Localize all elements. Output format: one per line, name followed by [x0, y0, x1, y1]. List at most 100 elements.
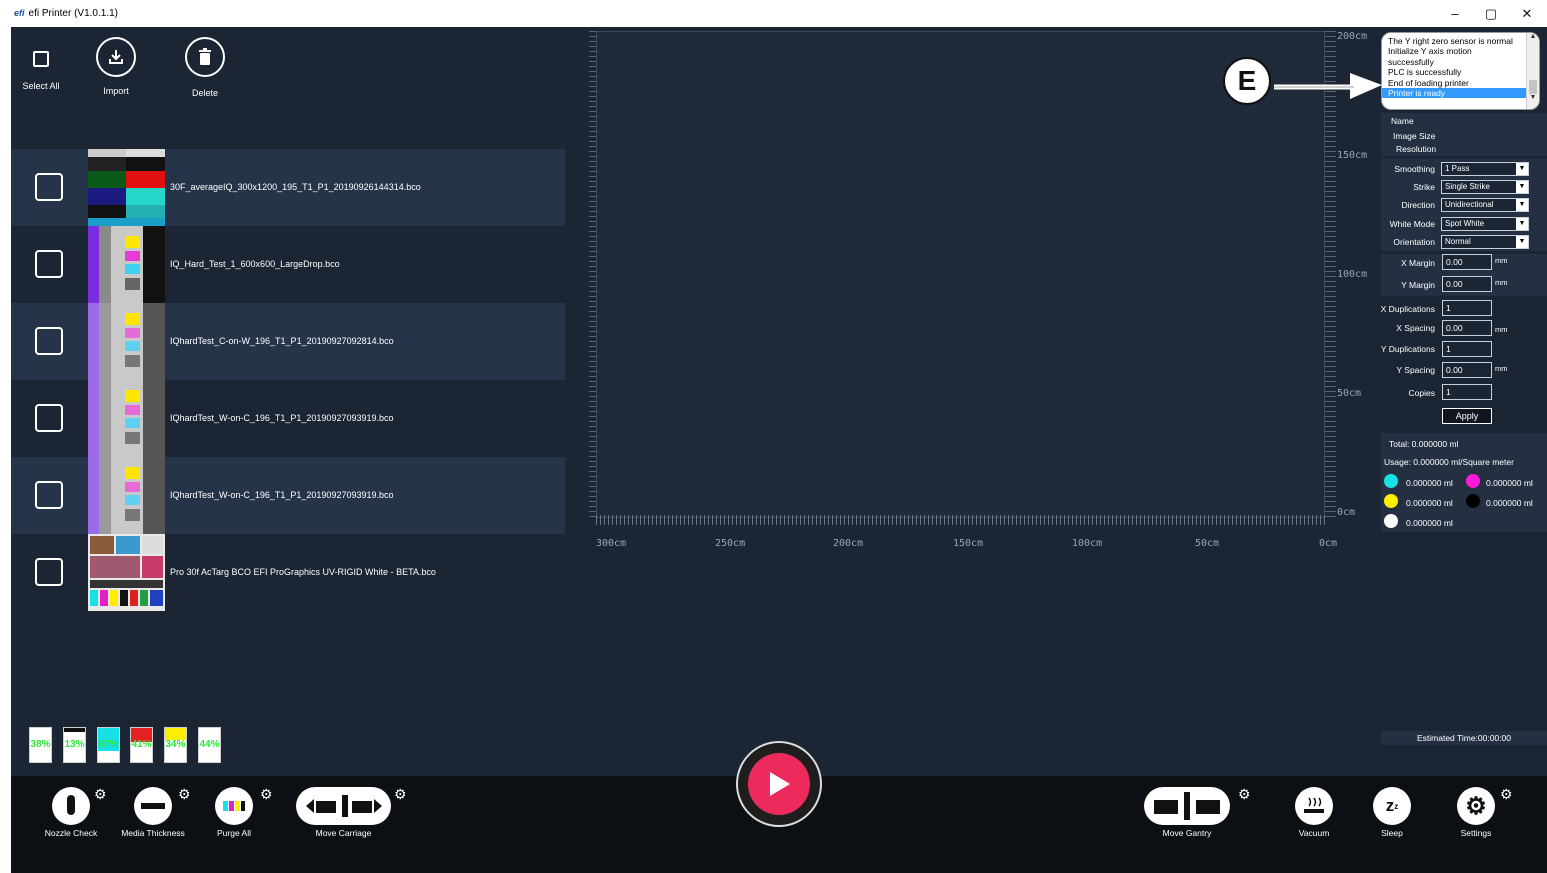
y-spacing-input[interactable]: 0.00	[1442, 362, 1492, 378]
scroll-thumb[interactable]	[1529, 80, 1537, 94]
start-print-button[interactable]	[736, 741, 822, 827]
message-scrollbar[interactable]: ▲ ▼	[1526, 33, 1539, 109]
move-carriage-button[interactable]: Move Carriage	[296, 787, 391, 838]
file-checkbox[interactable]	[35, 250, 63, 278]
file-row[interactable]: IQ_Hard_Test_1_600x600_LargeDrop.bco	[11, 226, 565, 303]
file-row[interactable]: IQhardTest_W-on-C_196_T1_P1_201909270939…	[11, 380, 565, 457]
black-ink-icon	[1466, 494, 1480, 508]
gear-icon: ⚙	[1457, 787, 1495, 825]
smoothing-select[interactable]: 1 Pass ▼	[1441, 162, 1529, 176]
orientation-select[interactable]: Normal ▼	[1441, 235, 1529, 249]
y-tick-label: 150cm	[1337, 150, 1368, 161]
purge-settings-icon[interactable]: ⚙	[260, 786, 273, 803]
file-row[interactable]: Pro 30f AcTarg BCO EFI ProGraphics UV-RI…	[11, 534, 565, 611]
scroll-down-icon[interactable]: ▼	[1527, 94, 1539, 101]
white-ink-icon	[1384, 514, 1398, 528]
select-all-label: Select All	[22, 81, 60, 91]
strike-value: Single Strike	[1445, 182, 1490, 191]
y-spacing-label: Y Spacing	[1396, 365, 1435, 375]
vacuum-button[interactable]: Vacuum	[1293, 787, 1335, 838]
media-thickness-icon	[134, 787, 172, 825]
ink-level-percent: 34%	[165, 739, 186, 750]
minimize-button[interactable]: –	[1445, 6, 1465, 22]
sleep-button[interactable]: zz Sleep	[1372, 787, 1412, 838]
select-all-checkbox[interactable]	[33, 51, 49, 67]
file-name: IQhardTest_C-on-W_196_T1_P1_201909270928…	[170, 336, 394, 346]
apply-button[interactable]: Apply	[1442, 408, 1492, 424]
move-gantry-button[interactable]: Move Gantry	[1144, 787, 1230, 838]
y-duplications-input[interactable]: 1	[1442, 341, 1492, 357]
scroll-up-icon[interactable]: ▲	[1527, 33, 1539, 40]
nozzle-check-settings-icon[interactable]: ⚙	[94, 786, 107, 803]
play-icon	[748, 753, 810, 815]
ink-level-percent: 41%	[131, 739, 152, 750]
x-duplications-input[interactable]: 1	[1442, 300, 1492, 316]
chevron-down-icon[interactable]: ▼	[1516, 218, 1528, 230]
move-gantry-settings-icon[interactable]: ⚙	[1238, 786, 1251, 803]
ink-level-cyan: 67%	[97, 727, 120, 763]
resolution-label: Resolution	[1396, 144, 1437, 154]
message-log[interactable]: The Y right zero sensor is normal Initia…	[1381, 32, 1540, 110]
nozzle-check-label: Nozzle Check	[44, 828, 98, 838]
delete-button[interactable]: Delete	[182, 37, 228, 98]
y-spacing-unit: mm	[1495, 364, 1508, 373]
bottom-ruler	[596, 515, 1325, 525]
print-bed-canvas[interactable]	[596, 31, 1325, 518]
settings-extra-icon[interactable]: ⚙	[1500, 786, 1513, 803]
nozzle-check-button[interactable]: Nozzle Check	[41, 787, 101, 838]
x-spacing-label: X Spacing	[1396, 323, 1435, 333]
strike-select[interactable]: Single Strike ▼	[1441, 180, 1529, 194]
vacuum-icon	[1295, 787, 1333, 825]
file-checkbox[interactable]	[35, 404, 63, 432]
window-title-text: efi Printer (V1.0.1.1)	[28, 8, 118, 19]
x-spacing-input[interactable]: 0.00	[1442, 320, 1492, 336]
file-checkbox[interactable]	[35, 327, 63, 355]
ink-level-percent: 44%	[199, 739, 220, 750]
chevron-down-icon[interactable]: ▼	[1516, 236, 1528, 248]
chevron-down-icon[interactable]: ▼	[1516, 163, 1528, 175]
file-row[interactable]: IQhardTest_C-on-W_196_T1_P1_201909270928…	[11, 303, 565, 380]
chevron-down-icon[interactable]: ▼	[1516, 181, 1528, 193]
move-carriage-label: Move Carriage	[315, 828, 372, 838]
file-checkbox[interactable]	[35, 173, 63, 201]
media-thickness-settings-icon[interactable]: ⚙	[178, 786, 191, 803]
purge-all-button[interactable]: Purge All	[208, 787, 260, 838]
y-tick-label: 100cm	[1337, 269, 1368, 280]
cyan-ink-value: 0.000000 ml	[1406, 478, 1453, 488]
message-line: successfully	[1388, 56, 1434, 67]
x-margin-input[interactable]: 0.00	[1442, 254, 1492, 270]
import-button[interactable]: Import	[93, 37, 139, 96]
ink-level-percent: 38%	[30, 739, 51, 750]
file-thumbnail	[88, 457, 165, 534]
x-tick-label: 200cm	[833, 538, 864, 549]
y-tick-label: 0cm	[1337, 507, 1356, 518]
select-all-button[interactable]: Select All	[20, 51, 62, 91]
ink-level-yellow: 34%	[164, 727, 187, 763]
yellow-ink-value: 0.000000 ml	[1406, 498, 1453, 508]
file-row[interactable]: 30F_averageIQ_300x1200_195_T1_P1_2019092…	[11, 149, 565, 226]
file-checkbox[interactable]	[35, 481, 63, 509]
y-margin-input[interactable]: 0.00	[1442, 276, 1492, 292]
file-thumbnail	[88, 380, 165, 457]
restore-button[interactable]: ▢	[1481, 6, 1501, 22]
settings-button[interactable]: ⚙ Settings	[1454, 787, 1498, 838]
file-row[interactable]: IQhardTest_W-on-C_196_T1_P1_201909270939…	[11, 457, 565, 534]
move-carriage-settings-icon[interactable]: ⚙	[394, 786, 407, 803]
settings-label: Settings	[1460, 828, 1492, 838]
copies-input[interactable]: 1	[1442, 384, 1492, 400]
file-checkbox[interactable]	[35, 558, 63, 586]
direction-select[interactable]: Unidirectional ▼	[1441, 198, 1529, 212]
orientation-value: Normal	[1445, 237, 1471, 246]
chevron-down-icon[interactable]: ▼	[1516, 199, 1528, 211]
close-button[interactable]: ✕	[1517, 6, 1537, 22]
file-thumbnail	[88, 534, 165, 611]
white-mode-value: Spot White	[1445, 219, 1485, 228]
black-ink-value: 0.000000 ml	[1486, 498, 1533, 508]
trash-icon	[185, 37, 225, 77]
x-tick-label: 100cm	[1072, 538, 1103, 549]
cyan-ink-icon	[1384, 474, 1398, 488]
file-thumbnail	[88, 303, 165, 380]
total-usage: Total: 0.000000 ml	[1389, 439, 1459, 449]
white-mode-select[interactable]: Spot White ▼	[1441, 217, 1529, 231]
media-thickness-button[interactable]: Media Thickness	[119, 787, 187, 838]
